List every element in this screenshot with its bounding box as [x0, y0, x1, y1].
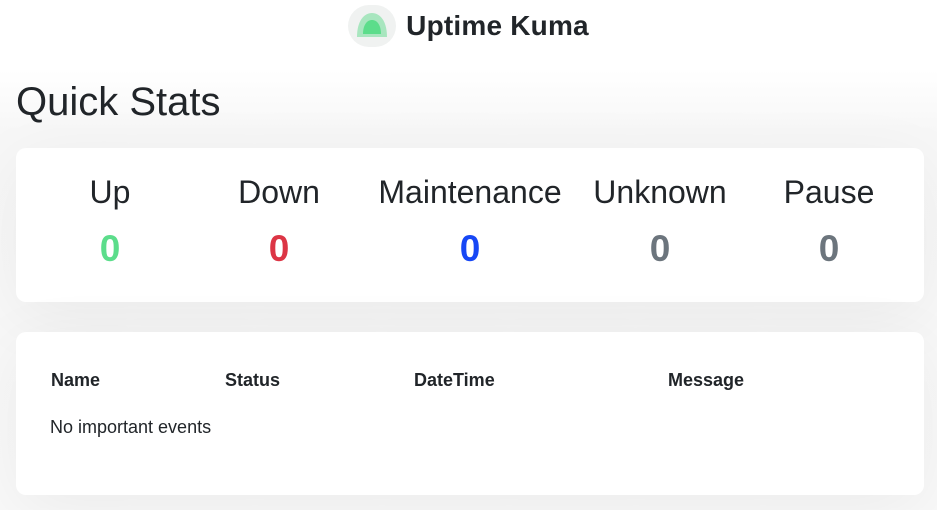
stat-pause-value: 0: [818, 228, 840, 269]
stat-unknown: Unknown 0: [593, 174, 726, 270]
stat-down-value: 0: [268, 228, 290, 269]
page-title: Quick Stats: [16, 80, 221, 124]
stat-pause-label: Pause: [783, 174, 875, 210]
logo-graphic: [357, 13, 388, 37]
empty-events-message: No important events: [50, 417, 212, 437]
brand-link[interactable]: Uptime Kuma: [348, 5, 589, 47]
stat-down: Down 0: [238, 174, 320, 270]
quick-stats-card: Up 0 Down 0 Maintenance 0 Unknown 0 Paus…: [16, 148, 924, 302]
stat-up-value: 0: [99, 228, 121, 269]
dashboard-page: Uptime Kuma Quick Stats Up 0 Down 0 Main…: [0, 0, 937, 510]
stat-up: Up 0: [90, 174, 131, 270]
app-title: Uptime Kuma: [406, 10, 589, 41]
important-events-card: Name Status DateTime Message No importan…: [16, 332, 924, 495]
stat-unknown-label: Unknown: [593, 174, 727, 210]
column-header-status[interactable]: Status: [225, 370, 280, 391]
column-header-datetime[interactable]: DateTime: [414, 370, 495, 391]
stat-down-label: Down: [238, 174, 320, 210]
stat-maintenance-label: Maintenance: [378, 174, 562, 210]
stat-maintenance: Maintenance 0: [378, 174, 561, 270]
stat-maintenance-value: 0: [459, 228, 481, 269]
uptime-kuma-logo-icon: [348, 5, 397, 47]
stat-up-label: Up: [89, 174, 131, 210]
stat-pause: Pause 0: [784, 174, 875, 270]
stat-unknown-value: 0: [649, 228, 671, 269]
column-header-name[interactable]: Name: [51, 370, 100, 391]
top-header: Uptime Kuma: [0, 0, 937, 52]
column-header-message[interactable]: Message: [668, 370, 744, 391]
